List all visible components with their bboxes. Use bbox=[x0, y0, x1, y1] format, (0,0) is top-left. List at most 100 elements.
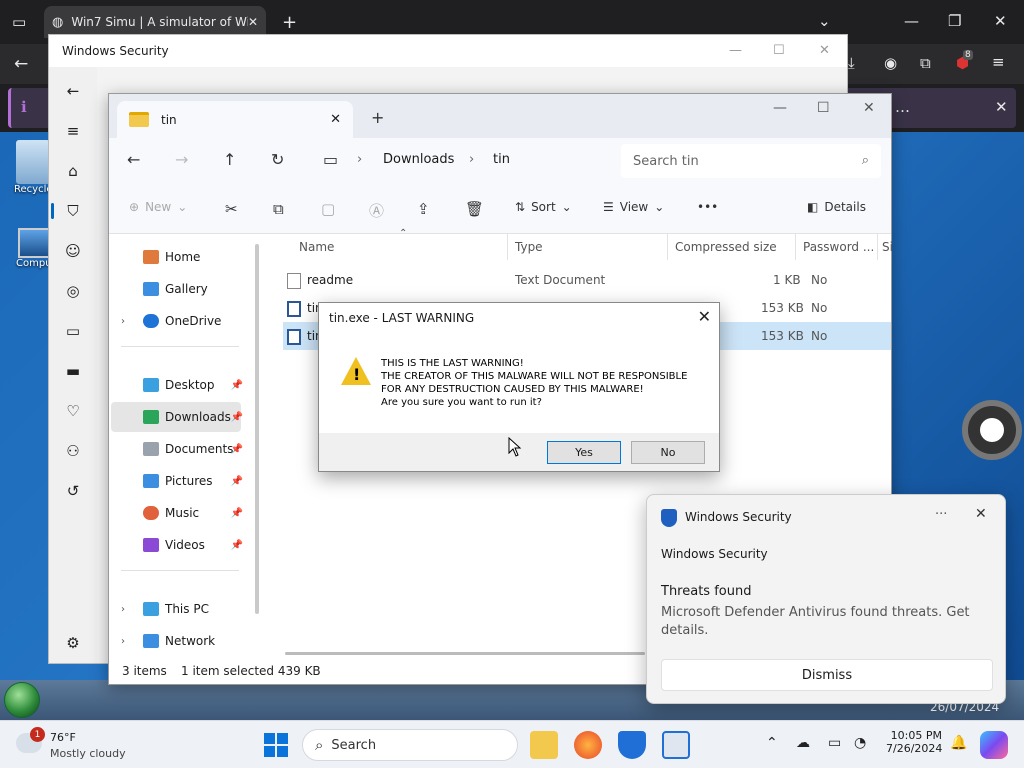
tab-list-icon[interactable]: ⌄ bbox=[818, 12, 831, 30]
ws-history-icon[interactable]: ↺ bbox=[61, 479, 85, 503]
yes-button[interactable]: Yes bbox=[547, 441, 621, 464]
downloads-icon[interactable]: ⤓ bbox=[848, 54, 855, 72]
search-input[interactable]: Search tin ⌕ bbox=[621, 144, 881, 178]
copilot-icon[interactable] bbox=[980, 731, 1008, 759]
notification-bell-icon[interactable]: 🔔 bbox=[950, 735, 967, 751]
browser-back-icon[interactable]: ← bbox=[14, 54, 28, 74]
chevron-right-icon[interactable]: › bbox=[121, 316, 125, 327]
ws-home-icon[interactable]: ⌂ bbox=[61, 159, 85, 183]
windows-security-app-icon[interactable] bbox=[618, 731, 646, 759]
ws-back-icon[interactable]: ← bbox=[61, 79, 85, 103]
notification-close-icon[interactable]: ✕ bbox=[975, 506, 987, 522]
win7-start-orb[interactable] bbox=[4, 682, 40, 718]
sort-button[interactable]: ⇅ Sort ⌄ bbox=[515, 200, 572, 214]
ws-maximize-icon[interactable]: ☐ bbox=[773, 43, 785, 58]
firefox-app-icon[interactable] bbox=[574, 731, 602, 759]
extensions-icon[interactable]: ⧉ bbox=[920, 54, 931, 72]
close-tab-icon[interactable]: ✕ bbox=[248, 15, 258, 29]
column-header-type[interactable]: Type bbox=[515, 240, 543, 254]
threat-notification[interactable]: Windows Security ··· ✕ Windows Security … bbox=[646, 494, 1006, 704]
explorer-maximize-icon[interactable]: ☐ bbox=[817, 100, 830, 116]
close-tab-icon[interactable]: ✕ bbox=[330, 112, 341, 127]
nav-item-videos[interactable]: Videos 📌 bbox=[111, 530, 243, 560]
cloud-offline-icon[interactable]: ☁ bbox=[796, 735, 810, 751]
ws-minimize-icon[interactable]: — bbox=[729, 43, 742, 58]
ws-family-icon[interactable]: ⚇ bbox=[61, 439, 85, 463]
taskbar-search[interactable]: ⌕ Search bbox=[302, 729, 518, 761]
horizontal-scrollbar[interactable] bbox=[285, 652, 645, 655]
chevron-right-icon[interactable]: › bbox=[121, 604, 125, 615]
column-header-compressed-size[interactable]: Compressed size bbox=[675, 240, 777, 254]
network-icon[interactable]: ▭ bbox=[828, 735, 841, 751]
app-window-icon[interactable] bbox=[662, 731, 690, 759]
ws-shield-icon[interactable]: ⛉ bbox=[51, 199, 85, 223]
back-icon[interactable]: ← bbox=[127, 150, 140, 169]
explorer-close-icon[interactable]: ✕ bbox=[863, 100, 875, 116]
explorer-minimize-icon[interactable]: — bbox=[773, 100, 787, 116]
column-header-password[interactable]: Password ... bbox=[803, 240, 874, 254]
desktop-icon-computer[interactable]: Compu bbox=[16, 228, 52, 269]
new-tab-icon[interactable]: + bbox=[371, 108, 384, 127]
taskbar-clock[interactable]: 10:05 PM 7/26/2024 bbox=[886, 729, 942, 755]
nav-item-this-pc[interactable]: › This PC bbox=[111, 594, 241, 624]
ws-health-icon[interactable]: ♡ bbox=[61, 399, 85, 423]
no-button[interactable]: No bbox=[631, 441, 705, 464]
breadcrumb-downloads[interactable]: Downloads bbox=[383, 152, 454, 167]
ws-account-icon[interactable]: ☺ bbox=[61, 239, 85, 263]
cut-icon[interactable]: ✂ bbox=[225, 200, 238, 218]
desktop-icon-recycle[interactable]: Recycle bbox=[14, 140, 53, 195]
new-button[interactable]: ⊕ New ⌄ bbox=[129, 200, 187, 214]
more-options-button[interactable]: ••• bbox=[697, 200, 718, 214]
table-row[interactable]: readme Text Document 1 KB No bbox=[283, 266, 891, 294]
ws-app-browser-icon[interactable]: ▭ bbox=[61, 319, 85, 343]
volume-icon[interactable]: ◔ bbox=[854, 735, 866, 751]
new-tab-button[interactable]: + bbox=[282, 12, 297, 33]
copy-icon[interactable]: ⧉ bbox=[273, 200, 284, 218]
nav-item-music[interactable]: Music 📌 bbox=[111, 498, 243, 528]
chevron-right-icon[interactable]: › bbox=[121, 636, 125, 647]
details-button[interactable]: ◧ Details bbox=[807, 200, 866, 214]
assistive-touch-button[interactable] bbox=[962, 400, 1022, 460]
ws-network-icon[interactable]: ◎ bbox=[61, 279, 85, 303]
breadcrumb-tin[interactable]: tin bbox=[493, 152, 510, 167]
rename-icon[interactable]: Ⓐ bbox=[369, 200, 384, 221]
nav-item-downloads[interactable]: Downloads 📌 bbox=[111, 402, 243, 432]
paste-icon[interactable]: ▢ bbox=[321, 200, 335, 218]
account-icon[interactable]: ◉ bbox=[884, 54, 897, 72]
close-browser-icon[interactable]: ✕ bbox=[994, 12, 1007, 30]
nav-scrollbar[interactable] bbox=[255, 244, 259, 614]
start-button[interactable] bbox=[264, 733, 288, 757]
nav-item-network[interactable]: › Network bbox=[111, 626, 241, 656]
ws-settings-icon[interactable]: ⚙ bbox=[61, 631, 85, 655]
this-pc-icon[interactable]: ▭ bbox=[323, 150, 338, 169]
menu-icon[interactable]: ≡ bbox=[992, 53, 1005, 71]
restore-browser-icon[interactable]: ❐ bbox=[948, 12, 961, 30]
ws-device-icon[interactable]: ▬ bbox=[61, 359, 85, 383]
ws-menu-icon[interactable]: ≡ bbox=[61, 119, 85, 143]
refresh-icon[interactable]: ↻ bbox=[271, 150, 284, 169]
nav-item-onedrive[interactable]: › OneDrive bbox=[111, 306, 241, 336]
nav-item-gallery[interactable]: Gallery bbox=[111, 274, 241, 304]
up-icon[interactable]: ↑ bbox=[223, 150, 236, 169]
info-overflow-icon[interactable]: … bbox=[895, 98, 910, 116]
file-explorer-app-icon[interactable] bbox=[530, 731, 558, 759]
chevron-up-icon[interactable]: ⌃ bbox=[766, 735, 778, 751]
delete-icon[interactable]: 🗑 bbox=[465, 200, 484, 218]
dismiss-button[interactable]: Dismiss bbox=[661, 659, 993, 691]
column-header-name[interactable]: Name bbox=[299, 240, 334, 254]
forward-icon[interactable]: → bbox=[175, 150, 188, 169]
column-header-size[interactable]: Si bbox=[882, 240, 893, 254]
minimize-browser-icon[interactable]: — bbox=[904, 12, 919, 30]
view-button[interactable]: ☰ View ⌄ bbox=[603, 200, 664, 214]
nav-item-documents[interactable]: Documents 📌 bbox=[111, 434, 243, 464]
ws-close-icon[interactable]: ✕ bbox=[819, 43, 830, 58]
share-icon[interactable]: ⇪ bbox=[417, 200, 430, 218]
notification-more-button[interactable]: ··· bbox=[935, 507, 947, 522]
nav-item-home[interactable]: Home bbox=[111, 242, 241, 272]
nav-item-desktop[interactable]: Desktop 📌 bbox=[111, 370, 243, 400]
tab-actions-icon[interactable]: ▭ bbox=[12, 13, 26, 31]
explorer-tab[interactable]: tin ✕ bbox=[117, 101, 353, 138]
dialog-close-icon[interactable]: ✕ bbox=[698, 307, 711, 326]
info-close-icon[interactable]: ✕ bbox=[995, 98, 1008, 116]
nav-item-pictures[interactable]: Pictures 📌 bbox=[111, 466, 243, 496]
